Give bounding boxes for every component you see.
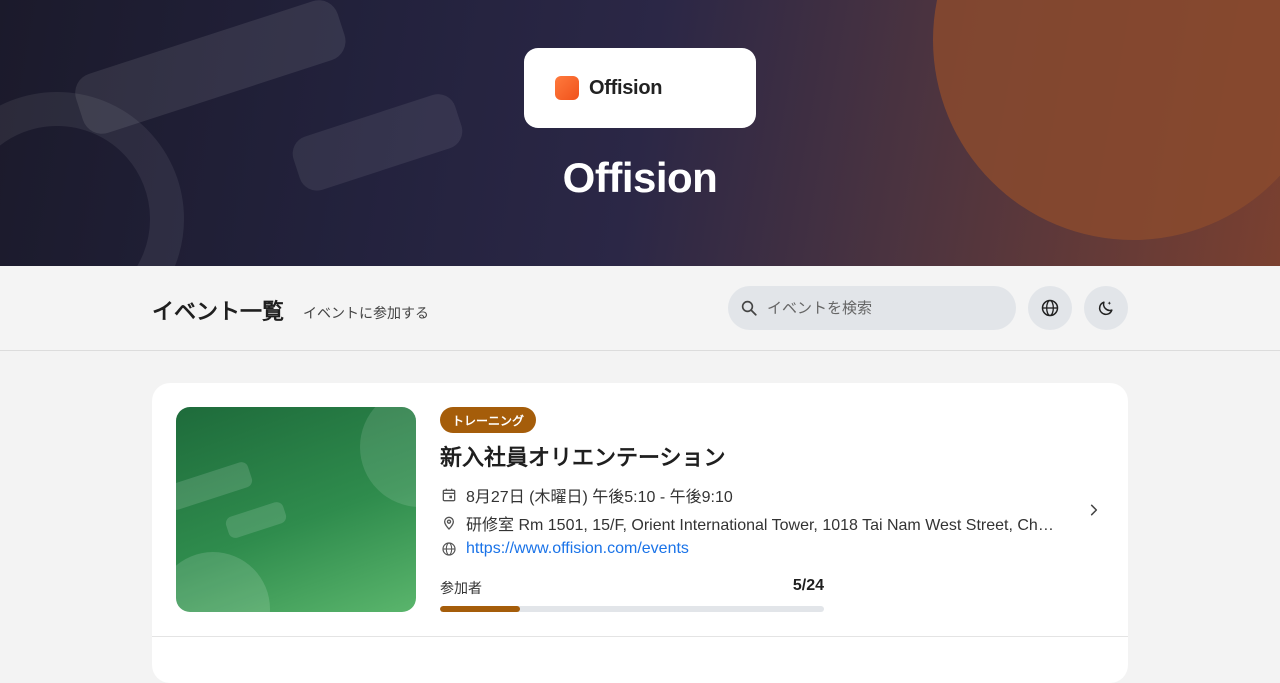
hero-banner: Offision Offision — [0, 0, 1280, 266]
search-icon — [741, 300, 757, 316]
hero-decoration-pill — [70, 0, 351, 139]
logo-card: Offision — [524, 48, 756, 128]
thumbnail-decoration — [176, 460, 254, 512]
card-divider — [152, 636, 1128, 637]
thumbnail-decoration — [224, 500, 288, 540]
thumbnail-decoration — [360, 407, 416, 507]
event-datetime-text: 8月27日 (木曜日) 午後5:10 - 午後9:10 — [466, 489, 733, 506]
thumbnail-decoration — [176, 552, 270, 612]
globe-icon — [440, 540, 458, 558]
toolbar: イベント一覧 イベントに参加する — [0, 266, 1280, 351]
page-title: イベント一覧 — [152, 299, 285, 324]
language-button[interactable] — [1028, 286, 1072, 330]
event-title: 新入社員オリエンテーション — [440, 445, 726, 470]
event-category-badge: トレーニング — [440, 407, 537, 433]
location-pin-icon — [440, 514, 458, 532]
participants-progress-fill — [440, 606, 520, 612]
chevron-right-icon[interactable] — [1084, 500, 1104, 520]
event-website-link[interactable]: https://www.offision.com/events — [466, 540, 689, 558]
event-website: https://www.offision.com/events — [440, 540, 689, 558]
search-input[interactable] — [767, 299, 997, 317]
calendar-icon — [440, 486, 458, 504]
event-thumbnail — [176, 407, 416, 612]
globe-icon — [1041, 299, 1059, 317]
hero-decoration-circle — [933, 0, 1280, 240]
participants-count: 5/24 — [792, 577, 824, 594]
hero-title: Offision — [562, 154, 718, 201]
moon-icon — [1098, 301, 1113, 316]
theme-toggle-button[interactable] — [1084, 286, 1128, 330]
search-box[interactable] — [728, 286, 1016, 330]
participants-progress-bar — [440, 606, 824, 612]
logo-mark-icon — [555, 76, 579, 100]
logo-text: Offision — [589, 76, 663, 99]
event-datetime: 8月27日 (木曜日) 午後5:10 - 午後9:10 — [440, 483, 733, 507]
event-location-text: 研修室 Rm 1501, 15/F, Orient International … — [466, 517, 1056, 534]
participants-label: 参加者 — [440, 580, 482, 596]
page-subtitle: イベントに参加する — [303, 305, 429, 321]
event-card[interactable]: トレーニング 新入社員オリエンテーション 8月27日 (木曜日) 午後5:10 … — [152, 383, 1128, 683]
event-location: 研修室 Rm 1501, 15/F, Orient International … — [440, 511, 1056, 535]
